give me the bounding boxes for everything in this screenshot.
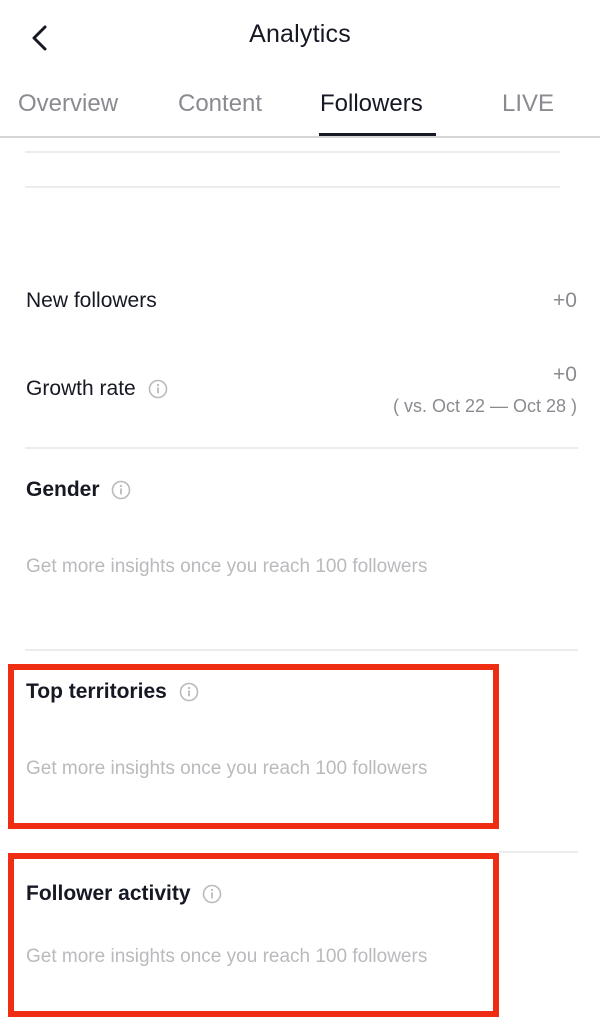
tab-live[interactable]: LIVE [502,90,554,118]
follower-activity-title-text: Follower activity [26,882,191,905]
tab-content[interactable]: Content [178,90,262,118]
growth-rate-comparison: ( vs. Oct 22 — Oct 28 ) [392,396,577,416]
info-icon[interactable] [148,379,168,399]
gender-title-text: Gender [26,478,100,501]
gender-placeholder-message: Get more insights once you reach 100 fol… [26,556,428,577]
top-territories-title-text: Top territories [26,680,167,703]
divider [25,649,578,651]
growth-rate-label: Growth rate [26,377,168,401]
page-title: Analytics [249,20,351,48]
top-territories-section-title: Top territories [26,680,199,704]
growth-rate-value: +0 [553,363,577,386]
info-icon[interactable] [111,480,131,500]
tab-overview[interactable]: Overview [18,90,118,118]
back-button[interactable] [22,20,58,56]
tab-followers[interactable]: Followers [320,90,423,118]
divider [499,851,578,853]
new-followers-value: +0 [553,289,577,312]
info-icon[interactable] [179,682,199,702]
follower-activity-section-title: Follower activity [26,882,222,906]
chevron-left-icon [32,25,47,51]
highlight-box-follower-activity [8,853,499,1017]
growth-rate-label-text: Growth rate [26,377,136,400]
tab-bar: Overview Content Followers LIVE [0,84,600,138]
divider [25,186,560,188]
top-territories-placeholder-message: Get more insights once you reach 100 fol… [26,758,428,779]
divider [25,447,578,449]
new-followers-label: New followers [26,289,157,312]
follower-activity-placeholder-message: Get more insights once you reach 100 fol… [26,946,428,967]
info-icon[interactable] [202,884,222,904]
active-tab-indicator [319,133,436,136]
divider [25,151,560,153]
gender-section-title: Gender [26,478,131,502]
